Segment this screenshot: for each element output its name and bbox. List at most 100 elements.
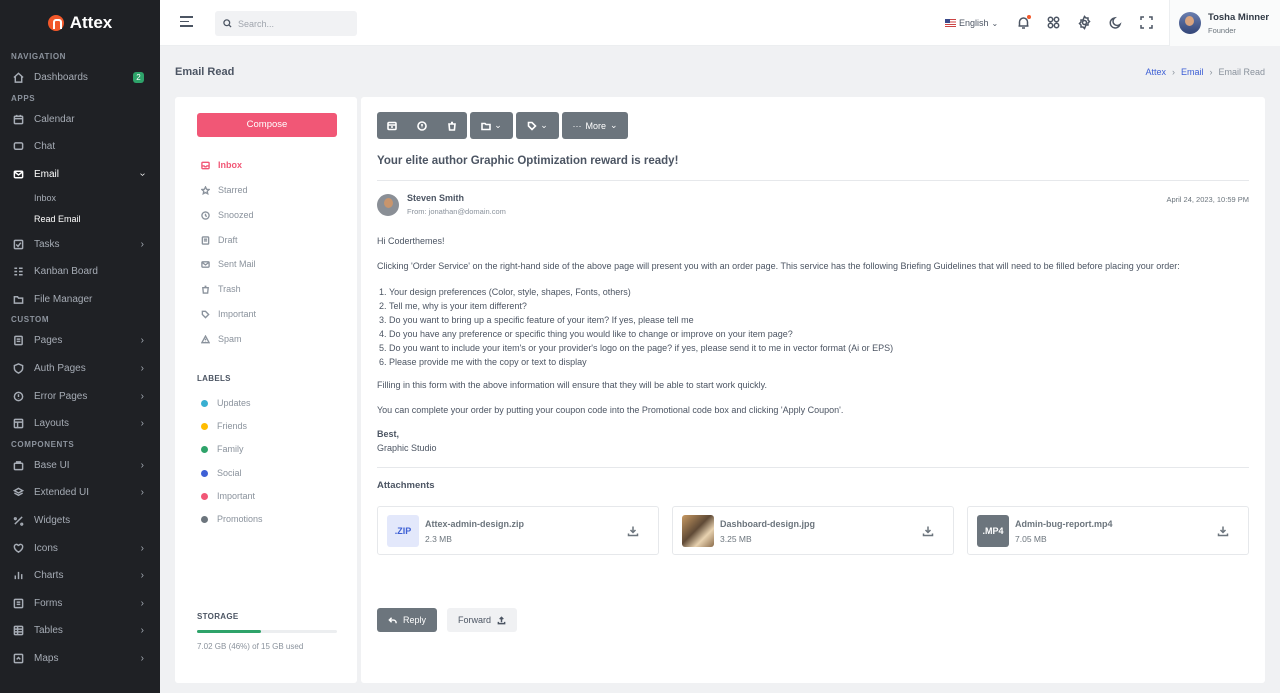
sidebar-item-label: Extended UI: [34, 487, 90, 499]
download-icon[interactable]: [627, 525, 639, 537]
settings-gear-icon[interactable]: [1077, 15, 1092, 30]
sidebar-item-label: Kanban Board: [34, 266, 98, 278]
section-custom: CUSTOM: [11, 315, 50, 325]
report-spam-button[interactable]: [407, 112, 437, 139]
email-paragraph-1: Clicking 'Order Service' on the right-ha…: [377, 261, 1180, 271]
pages-icon: [12, 335, 24, 347]
dark-mode-moon-icon[interactable]: [1108, 15, 1123, 30]
breadcrumb-attex[interactable]: Attex: [1145, 67, 1166, 77]
sidebar-item-auth-pages[interactable]: Auth Pages ›: [0, 355, 160, 383]
chevron-right-icon: ›: [140, 238, 144, 250]
us-flag-icon: [945, 19, 956, 27]
label-dot-icon: [201, 469, 208, 477]
sidebar-item-tasks[interactable]: Tasks ›: [0, 230, 160, 258]
checkbox-icon: [12, 238, 24, 250]
storage-title: STORAGE: [197, 612, 239, 621]
label-social[interactable]: Social: [201, 468, 242, 478]
folder-snoozed[interactable]: Snoozed: [201, 210, 254, 220]
attachments-title: Attachments: [377, 480, 435, 491]
attachment-card[interactable]: .MP4 Admin-bug-report.mp4 7.05 MB: [967, 506, 1249, 555]
sidebar-subitem-read-email[interactable]: Read Email: [0, 209, 160, 230]
sidebar-item-error-pages[interactable]: Error Pages ›: [0, 382, 160, 410]
fullscreen-icon[interactable]: [1139, 15, 1154, 30]
label-dot-icon: [201, 445, 208, 453]
language-selector[interactable]: English ⌄: [945, 0, 998, 46]
layout-icon: [12, 418, 24, 430]
label-updates[interactable]: Updates: [201, 398, 251, 408]
sidebar-item-dashboards[interactable]: Dashboards 2: [0, 64, 160, 92]
user-menu[interactable]: Tosha Minner Founder: [1169, 0, 1280, 46]
email-paragraph-2: Filling in this form with the above info…: [377, 380, 768, 390]
move-to-folder-dropdown[interactable]: ⌄: [470, 112, 513, 139]
attachment-card[interactable]: .ZIP Attex-admin-design.zip 2.3 MB: [377, 506, 659, 555]
home-icon: [12, 72, 24, 84]
logo-icon: [47, 15, 64, 31]
sidebar-item-file-manager[interactable]: File Manager: [0, 286, 160, 314]
attachment-card[interactable]: Dashboard-design.jpg 3.25 MB: [672, 506, 954, 555]
sidebar-item-pages[interactable]: Pages ›: [0, 327, 160, 355]
label-family[interactable]: Family: [201, 444, 244, 454]
folder-sent-mail[interactable]: Sent Mail: [201, 259, 256, 269]
menu-toggle-icon[interactable]: [180, 16, 193, 28]
folder-trash[interactable]: Trash: [201, 284, 241, 294]
sidebar-item-label: Charts: [34, 570, 64, 582]
sidebar-item-label: Dashboards: [34, 72, 88, 84]
email-paragraph-3: You can complete your order by putting y…: [377, 405, 844, 415]
sidebar-item-maps[interactable]: Maps ›: [0, 645, 160, 673]
chevron-right-icon: ›: [140, 487, 144, 499]
reply-button[interactable]: Reply: [377, 608, 437, 632]
sidebar-item-extended-ui[interactable]: Extended UI ›: [0, 479, 160, 507]
label-friends[interactable]: Friends: [201, 421, 247, 431]
email-toolbar: ⌄ ⌄ ··· More ⌄: [377, 112, 628, 139]
sidebar-item-label: Tables: [34, 625, 63, 637]
sidebar-item-chat[interactable]: Chat: [0, 133, 160, 161]
more-dots-icon: ···: [572, 120, 582, 131]
forward-button[interactable]: Forward: [447, 608, 517, 632]
clock-icon: [201, 210, 210, 220]
sidebar-item-charts[interactable]: Charts ›: [0, 562, 160, 590]
breadcrumb: Attex › Email › Email Read: [1145, 67, 1265, 77]
sidebar-item-widgets[interactable]: Widgets: [0, 507, 160, 535]
sidebar-item-email[interactable]: Email ›: [0, 161, 160, 189]
folder-spam[interactable]: Spam: [201, 334, 242, 344]
sidebar-item-tables[interactable]: Tables ›: [0, 617, 160, 645]
more-dropdown[interactable]: ··· More ⌄: [562, 112, 628, 139]
breadcrumb-current: Email Read: [1218, 67, 1265, 77]
email-closing: Best,: [377, 429, 400, 439]
map-icon: [12, 652, 24, 664]
folder-starred[interactable]: Starred: [201, 185, 248, 195]
sidebar-item-calendar[interactable]: Calendar: [0, 106, 160, 134]
sender-email: From: jonathan@domain.com: [407, 207, 506, 216]
label-important[interactable]: Important: [201, 491, 255, 501]
sidebar-subitem-inbox[interactable]: Inbox: [0, 188, 160, 209]
mail-sent-icon: [201, 260, 210, 268]
folder-inbox[interactable]: Inbox: [201, 160, 242, 170]
app-logo[interactable]: Attex: [0, 0, 160, 46]
compose-button[interactable]: Compose: [197, 113, 337, 137]
delete-button[interactable]: [437, 112, 467, 139]
search-input[interactable]: Search...: [215, 11, 357, 36]
sidebar-item-label: Base UI: [34, 459, 70, 471]
folder-label: Starred: [218, 185, 248, 195]
chevron-right-icon: ›: [140, 363, 144, 375]
archive-button[interactable]: [377, 112, 407, 139]
folder-draft[interactable]: Draft: [201, 235, 238, 245]
sidebar-item-layouts[interactable]: Layouts ›: [0, 410, 160, 438]
attachment-name: Dashboard-design.jpg: [720, 519, 816, 529]
sidebar-item-base-ui[interactable]: Base UI ›: [0, 452, 160, 480]
sidebar-item-icons[interactable]: Icons ›: [0, 534, 160, 562]
storage-progress-bar: [197, 630, 337, 633]
label-promotions[interactable]: Promotions: [201, 514, 263, 524]
sidebar-item-kanban[interactable]: Kanban Board: [0, 258, 160, 286]
notification-bell-icon[interactable]: [1016, 15, 1031, 30]
label-dropdown[interactable]: ⌄: [516, 112, 559, 139]
download-icon[interactable]: [922, 525, 934, 537]
user-role: Founder: [1208, 25, 1236, 35]
sidebar-item-forms[interactable]: Forms ›: [0, 590, 160, 618]
page-title: Email Read: [175, 66, 235, 78]
folder-important[interactable]: Important: [201, 309, 256, 319]
download-icon[interactable]: [1217, 525, 1229, 537]
apps-grid-icon[interactable]: [1046, 15, 1061, 30]
breadcrumb-email[interactable]: Email: [1181, 67, 1204, 77]
trash-icon: [448, 121, 456, 131]
